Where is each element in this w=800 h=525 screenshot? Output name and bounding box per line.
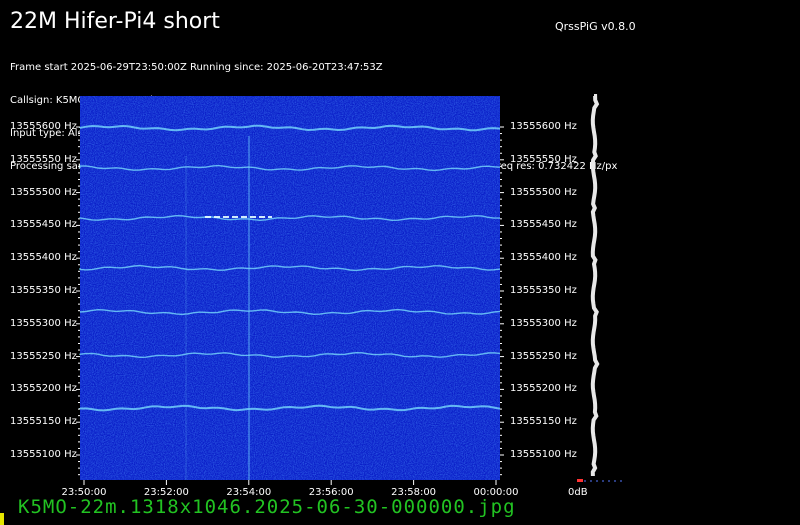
power-sidebar xyxy=(590,94,600,477)
freq-label-right: 13555550 Hz xyxy=(510,153,577,165)
db-label: 0dB xyxy=(568,487,588,498)
freq-label-left: 13555400 Hz xyxy=(10,252,77,264)
freq-label-right: 13555600 Hz xyxy=(510,121,577,132)
spectrogram-graphic xyxy=(76,94,622,485)
freq-label-left: 13555300 Hz xyxy=(10,317,77,329)
freq-label-left: 13555200 Hz xyxy=(10,383,77,395)
freq-label-left: 13555600 Hz xyxy=(10,121,77,132)
freq-label-right: 13555500 Hz xyxy=(510,186,577,198)
freq-label-right: 13555300 Hz xyxy=(510,317,577,329)
waterfall-noise xyxy=(80,96,500,480)
freq-label-left: 13555100 Hz xyxy=(10,449,77,460)
freq-label-left: 13555550 Hz xyxy=(10,153,77,165)
freq-label-right: 13555150 Hz xyxy=(510,416,577,428)
freq-label-left: 13555500 Hz xyxy=(10,186,77,198)
freq-label-right: 13555450 Hz xyxy=(510,219,577,231)
freq-label-left: 13555250 Hz xyxy=(10,350,77,362)
db-marker xyxy=(577,479,583,482)
freq-label-right: 13555350 Hz xyxy=(510,285,577,296)
freq-label-right: 13555100 Hz xyxy=(510,449,577,460)
freq-label-right: 13555200 Hz xyxy=(510,383,577,395)
yellow-marker xyxy=(0,513,4,525)
filename-label: K5MO-22m.1318x1046.2025-06-30-000000.jpg xyxy=(18,496,516,518)
freq-label-right: 13555250 Hz xyxy=(510,350,577,362)
freq-label-left: 13555150 Hz xyxy=(10,416,77,428)
freq-label-left: 13555450 Hz xyxy=(10,219,77,231)
freq-label-right: 13555400 Hz xyxy=(510,252,577,264)
freq-label-left: 13555350 Hz xyxy=(10,285,77,296)
